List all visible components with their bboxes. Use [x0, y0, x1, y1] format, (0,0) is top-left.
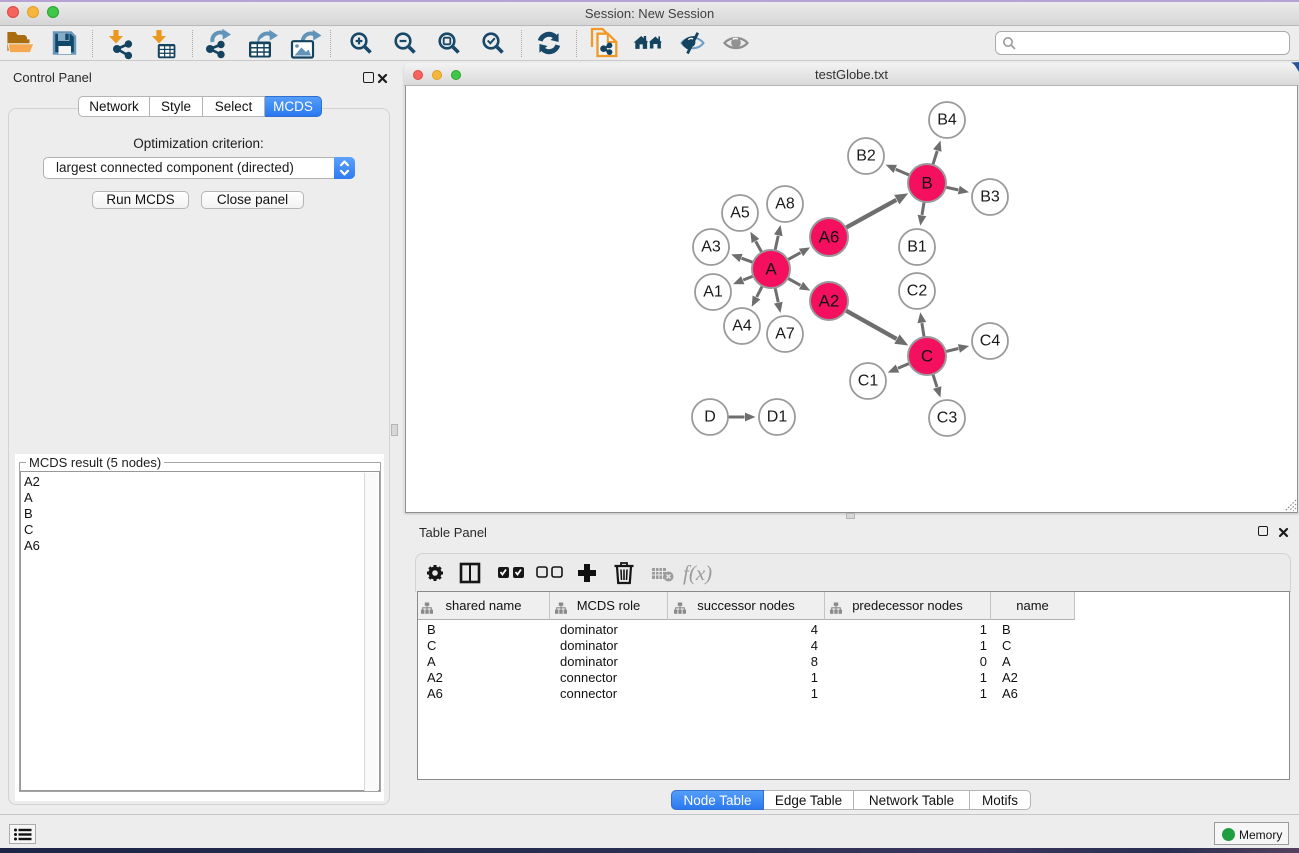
svg-text:A1: A1 [703, 284, 723, 301]
svg-text:A6: A6 [819, 228, 840, 247]
svg-text:B1: B1 [907, 239, 927, 256]
svg-text:B2: B2 [856, 148, 876, 165]
svg-text:D1: D1 [767, 409, 788, 426]
svg-text:f(x): f(x) [683, 561, 712, 585]
svg-text:A2: A2 [819, 292, 840, 311]
svg-text:A: A [765, 260, 777, 279]
svg-text:A7: A7 [775, 326, 795, 343]
svg-text:A5: A5 [730, 205, 750, 222]
svg-text:C2: C2 [907, 283, 928, 300]
svg-text:B3: B3 [980, 189, 1000, 206]
svg-text:B: B [921, 174, 932, 193]
svg-text:D: D [704, 409, 716, 426]
svg-text:A4: A4 [732, 318, 752, 335]
svg-text:C4: C4 [980, 333, 1001, 350]
svg-text:C: C [921, 347, 933, 366]
svg-text:A8: A8 [775, 196, 795, 213]
svg-text:C1: C1 [858, 373, 879, 390]
svg-text:C3: C3 [937, 410, 958, 427]
svg-text:B4: B4 [937, 112, 957, 129]
svg-text:A3: A3 [701, 239, 721, 256]
